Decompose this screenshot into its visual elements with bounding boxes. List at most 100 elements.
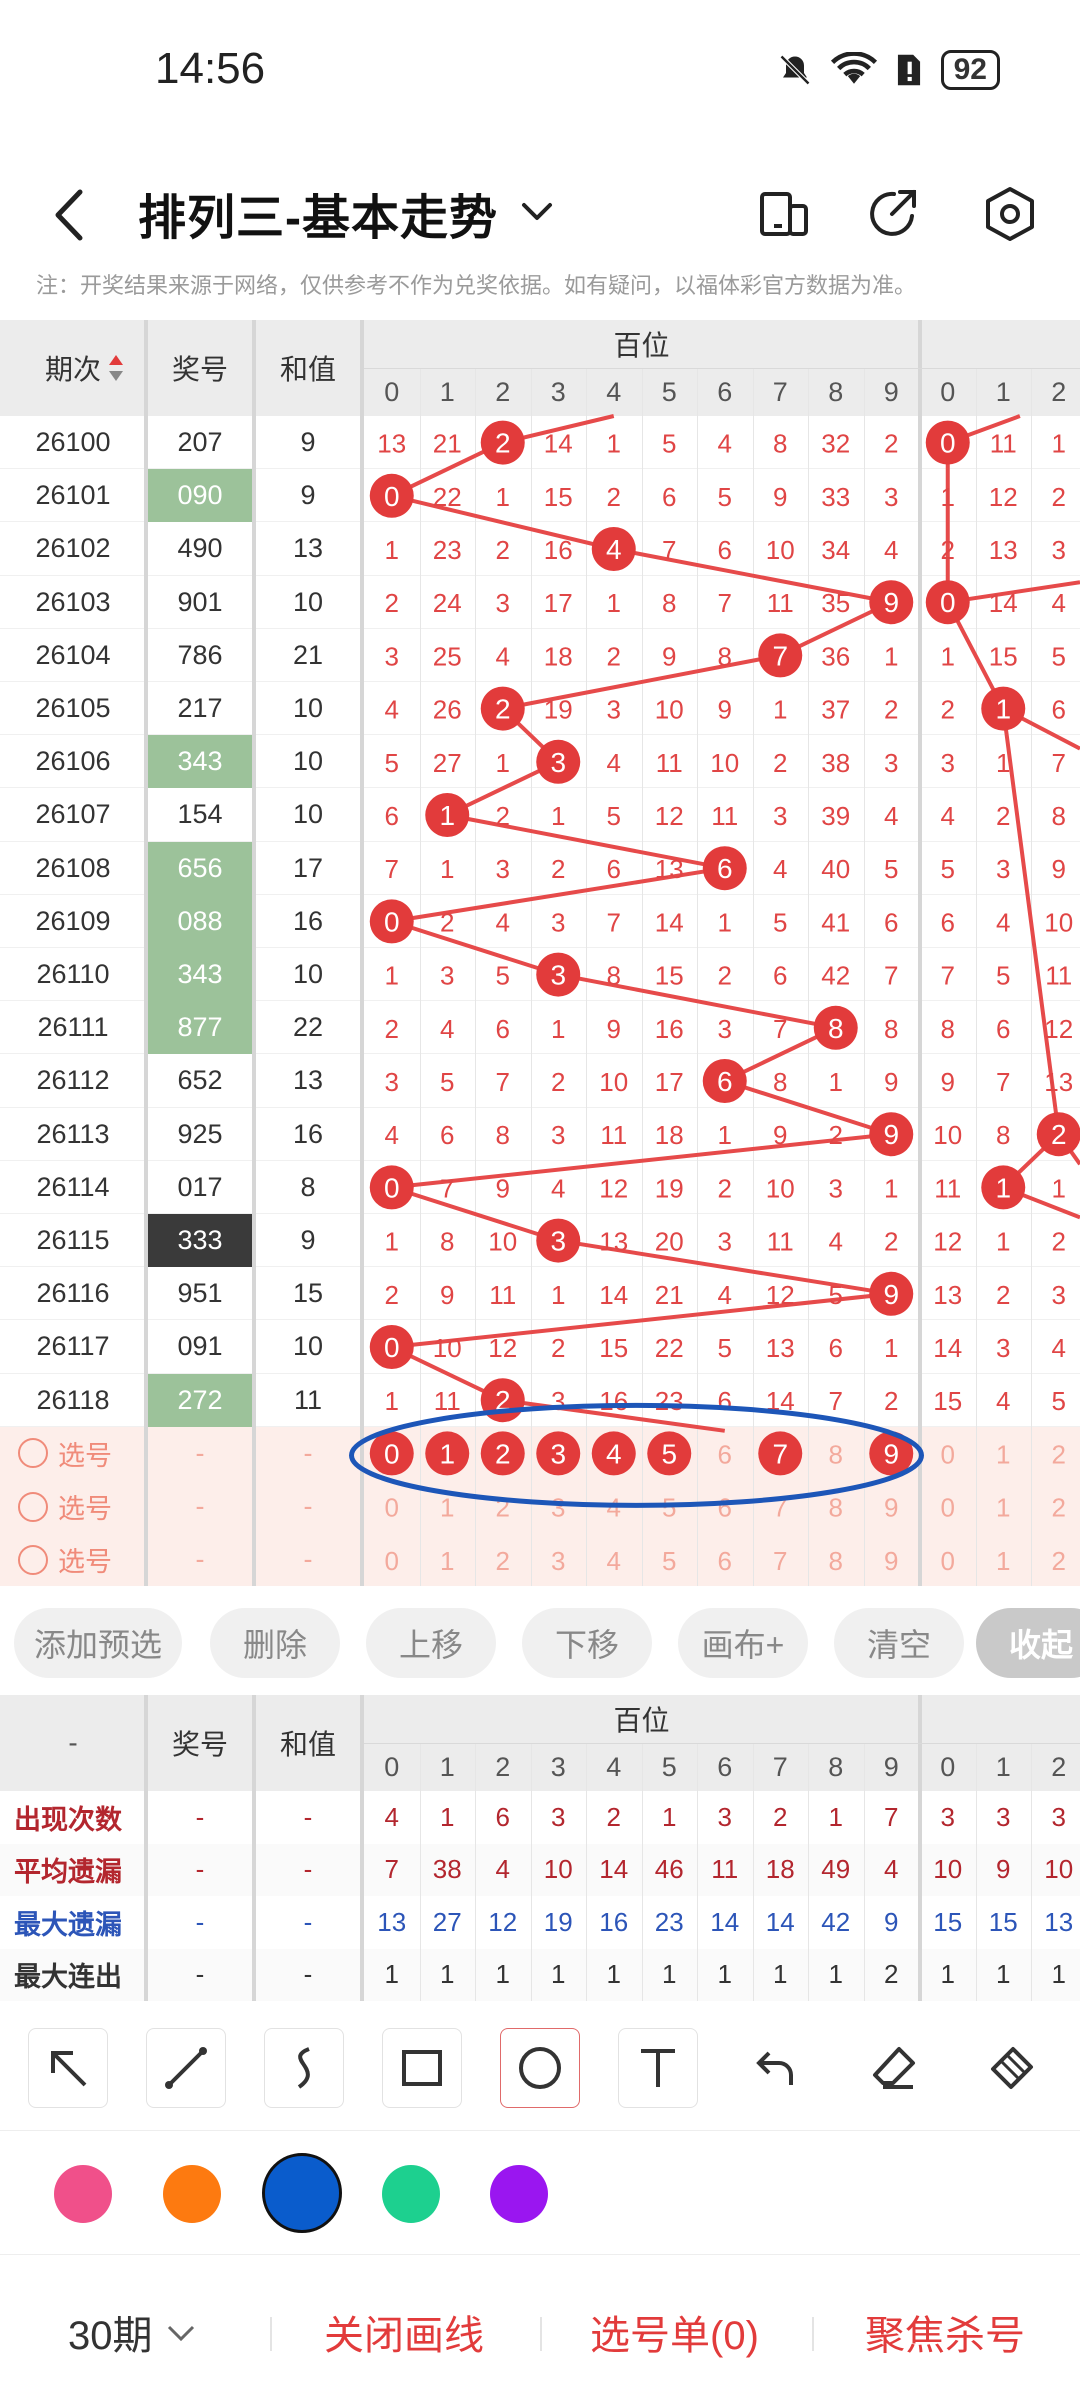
select-digit[interactable]: 9 bbox=[884, 1546, 898, 1576]
period-selector[interactable]: 30期 bbox=[68, 2303, 201, 2361]
omission-value: 1 bbox=[385, 961, 399, 991]
clear-brush-icon[interactable] bbox=[972, 2028, 1052, 2108]
select-digit[interactable]: 8 bbox=[829, 1546, 843, 1576]
omission-value: 1 bbox=[884, 1333, 898, 1363]
select-digit[interactable]: 5 bbox=[661, 1438, 677, 1469]
select-digit[interactable]: 9 bbox=[884, 1493, 898, 1523]
select-digit[interactable]: 7 bbox=[773, 1546, 787, 1576]
arrow-tool-icon[interactable] bbox=[28, 2028, 108, 2108]
color-swatch-purple[interactable] bbox=[490, 2165, 548, 2223]
omission-value: 11 bbox=[767, 588, 794, 618]
select-digit[interactable]: 5 bbox=[662, 1546, 676, 1576]
select-digit[interactable]: 1 bbox=[440, 1546, 454, 1576]
omission-value: 2 bbox=[884, 1386, 898, 1416]
collapse-button[interactable]: 收起 bbox=[976, 1608, 1080, 1678]
close-lines-button[interactable]: 关闭画线 bbox=[324, 2303, 484, 2361]
color-swatch-pink[interactable] bbox=[54, 2165, 112, 2223]
select-digit[interactable]: 6 bbox=[718, 1493, 732, 1523]
omission-value: 21 bbox=[655, 1280, 684, 1310]
chevron-down-icon[interactable] bbox=[512, 192, 562, 232]
select-tens-digit[interactable]: 2 bbox=[1052, 1493, 1066, 1523]
omission-value: 1 bbox=[884, 1173, 898, 1203]
grid-line bbox=[586, 1743, 587, 2001]
stats-value: 2 bbox=[773, 1801, 788, 1832]
page-title[interactable]: 排列三-基本走势 bbox=[138, 178, 498, 248]
tens-omission-value: 10 bbox=[1044, 907, 1073, 937]
select-digit[interactable]: 2 bbox=[496, 1546, 510, 1576]
curve-tool-icon[interactable] bbox=[264, 2028, 344, 2108]
omission-value: 1 bbox=[884, 641, 898, 671]
select-digit[interactable]: 3 bbox=[550, 1438, 566, 1469]
text-tool-icon[interactable] bbox=[618, 2028, 698, 2108]
tens-omission-value: 3 bbox=[996, 1333, 1010, 1363]
tens-omission-value: 3 bbox=[996, 854, 1010, 884]
omission-value: 10 bbox=[433, 1333, 462, 1363]
select-tens-digit[interactable]: 0 bbox=[941, 1546, 955, 1576]
select-digit[interactable]: 1 bbox=[440, 1493, 454, 1523]
omission-value: 6 bbox=[718, 535, 732, 565]
select-digit[interactable]: 4 bbox=[606, 1438, 622, 1469]
select-tens-digit[interactable]: 1 bbox=[996, 1493, 1010, 1523]
omission-value: 13 bbox=[599, 1227, 628, 1257]
move-up-button[interactable]: 上移 bbox=[366, 1608, 496, 1678]
trend-table[interactable]: 期次 奖号 和值 百位 0 1 2 3 4 5 6 7 8 9 0 1 2 26100 207 9 26101 090 9 2… bbox=[0, 320, 1080, 1590]
canvas-plus-button[interactable]: 画布+ bbox=[678, 1608, 808, 1678]
circle-tool-icon[interactable] bbox=[500, 2028, 580, 2108]
omission-value: 4 bbox=[718, 1280, 732, 1310]
tens-omission-value: 14 bbox=[989, 588, 1018, 618]
omission-value: 5 bbox=[385, 748, 399, 778]
add-preselect-button[interactable]: 添加预选 bbox=[14, 1608, 182, 1678]
select-digit[interactable]: 9 bbox=[883, 1438, 899, 1469]
rectangle-tool-icon[interactable] bbox=[382, 2028, 462, 2108]
layout-icon[interactable] bbox=[752, 182, 816, 246]
select-tens-digit[interactable]: 2 bbox=[1052, 1546, 1066, 1576]
color-swatch-green[interactable] bbox=[382, 2165, 440, 2223]
select-digit[interactable]: 8 bbox=[829, 1493, 843, 1523]
select-digit[interactable]: 6 bbox=[718, 1439, 732, 1469]
omission-value: 2 bbox=[551, 1067, 565, 1097]
select-tens-digit[interactable]: 0 bbox=[941, 1493, 955, 1523]
select-tens-digit[interactable]: 0 bbox=[941, 1439, 955, 1469]
omission-value: 11 bbox=[767, 1227, 794, 1257]
focus-kill-button[interactable]: 聚焦杀号 bbox=[865, 2303, 1025, 2361]
select-digit[interactable]: 2 bbox=[495, 1438, 511, 1469]
select-digit[interactable]: 6 bbox=[718, 1546, 732, 1576]
delete-button[interactable]: 删除 bbox=[210, 1608, 340, 1678]
stats-value: 9 bbox=[884, 1906, 899, 1937]
omission-value: 39 bbox=[821, 801, 850, 831]
select-digit[interactable]: 8 bbox=[829, 1439, 843, 1469]
select-digit[interactable]: 4 bbox=[607, 1546, 621, 1576]
undo-icon[interactable] bbox=[736, 2028, 816, 2108]
select-tens-digit[interactable]: 2 bbox=[1052, 1439, 1066, 1469]
select-digit[interactable]: 0 bbox=[385, 1493, 399, 1523]
clear-button[interactable]: 清空 bbox=[834, 1608, 964, 1678]
back-icon[interactable] bbox=[40, 180, 100, 250]
select-digit[interactable]: 7 bbox=[772, 1438, 788, 1469]
move-down-button[interactable]: 下移 bbox=[522, 1608, 652, 1678]
stats-value: 10 bbox=[543, 1854, 573, 1885]
select-digit[interactable]: 1 bbox=[439, 1438, 455, 1469]
select-digit[interactable]: 3 bbox=[551, 1493, 565, 1523]
select-digit[interactable]: 0 bbox=[384, 1438, 400, 1469]
omission-value: 7 bbox=[662, 535, 676, 565]
hundreds-trend-line bbox=[384, 440, 898, 1403]
action-button-row: 添加预选 删除 上移 下移 画布+ 清空 收起 bbox=[0, 1590, 1080, 1695]
select-digit[interactable]: 0 bbox=[385, 1546, 399, 1576]
color-swatch-blue[interactable] bbox=[262, 2153, 342, 2233]
select-tens-digit[interactable]: 1 bbox=[996, 1439, 1010, 1469]
omission-value: 1 bbox=[829, 1067, 843, 1097]
select-digit[interactable]: 3 bbox=[551, 1546, 565, 1576]
stats-value: 1 bbox=[828, 1801, 843, 1832]
omission-value: 3 bbox=[718, 1227, 732, 1257]
pick-list-button[interactable]: 选号单(0) bbox=[590, 2303, 759, 2361]
settings-icon[interactable] bbox=[978, 182, 1042, 246]
omission-value: 1 bbox=[718, 907, 732, 937]
share-icon[interactable] bbox=[862, 182, 926, 246]
select-tens-digit[interactable]: 1 bbox=[996, 1546, 1010, 1576]
tens-omission-value: 1 bbox=[996, 1227, 1010, 1257]
color-swatch-orange[interactable] bbox=[163, 2165, 221, 2223]
omission-value: 3 bbox=[551, 1386, 565, 1416]
eraser-icon[interactable] bbox=[854, 2028, 934, 2108]
line-tool-icon[interactable] bbox=[146, 2028, 226, 2108]
hit-ball-label: 6 bbox=[717, 853, 733, 884]
